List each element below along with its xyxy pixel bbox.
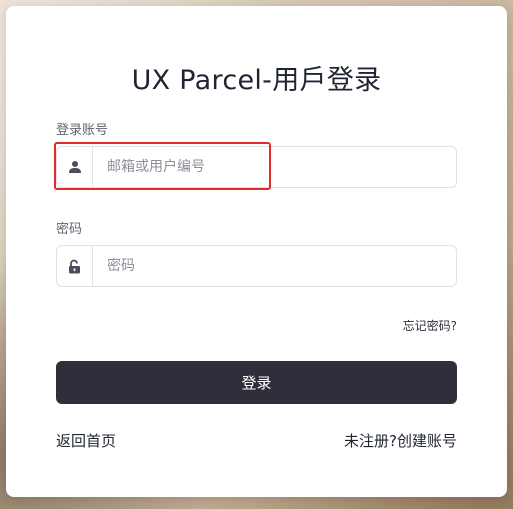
- account-input[interactable]: [93, 147, 456, 187]
- login-button[interactable]: 登录: [56, 361, 457, 404]
- password-label: 密码: [56, 222, 83, 237]
- password-input-group: [56, 245, 457, 287]
- home-link[interactable]: 返回首页: [56, 430, 116, 451]
- account-label: 登录账号: [56, 123, 109, 138]
- password-input[interactable]: [93, 246, 456, 286]
- unlock-icon: [57, 246, 93, 286]
- page-title: UX Parcel-用戶登录: [131, 65, 382, 96]
- forgot-password-link[interactable]: 忘记密码?: [403, 317, 457, 334]
- account-input-group: [56, 146, 457, 188]
- user-icon: [57, 147, 93, 187]
- login-card: UX Parcel-用戶登录 登录账号 密码 忘记密码? 登录 返回首页 未注册…: [6, 6, 507, 497]
- register-link[interactable]: 未注册?创建账号: [344, 430, 457, 451]
